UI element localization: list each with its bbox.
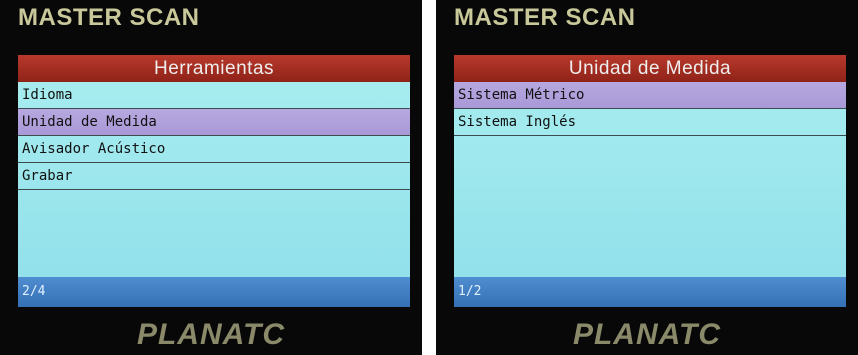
menu-item-grabar[interactable]: Grabar [18,163,410,190]
menu-list: Sistema Métrico Sistema Inglés [454,82,846,136]
menu-item-avisador-acustico[interactable]: Avisador Acústico [18,136,410,163]
page-indicator: 2/4 [18,277,410,307]
brand-label: MASTER SCAN [18,4,200,31]
menu-list: Idioma Unidad de Medida Avisador Acústic… [18,82,410,190]
device-screen: Unidad de Medida Sistema Métrico Sistema… [454,55,846,307]
left-device: MASTER SCAN Herramientas Idioma Unidad d… [0,0,422,355]
menu-item-unidad-de-medida[interactable]: Unidad de Medida [18,109,410,136]
menu-item-sistema-ingles[interactable]: Sistema Inglés [454,109,846,136]
right-device: MASTER SCAN Unidad de Medida Sistema Mét… [436,0,858,355]
planatc-logo: PLANATC [572,318,722,351]
page-indicator: 1/2 [454,277,846,307]
screen-title: Herramientas [18,55,410,82]
device-screen: Herramientas Idioma Unidad de Medida Avi… [18,55,410,307]
brand-label: MASTER SCAN [454,4,636,31]
menu-item-idioma[interactable]: Idioma [18,82,410,109]
menu-item-sistema-metrico[interactable]: Sistema Métrico [454,82,846,109]
screen-title: Unidad de Medida [454,55,846,82]
planatc-logo: PLANATC [136,318,286,351]
